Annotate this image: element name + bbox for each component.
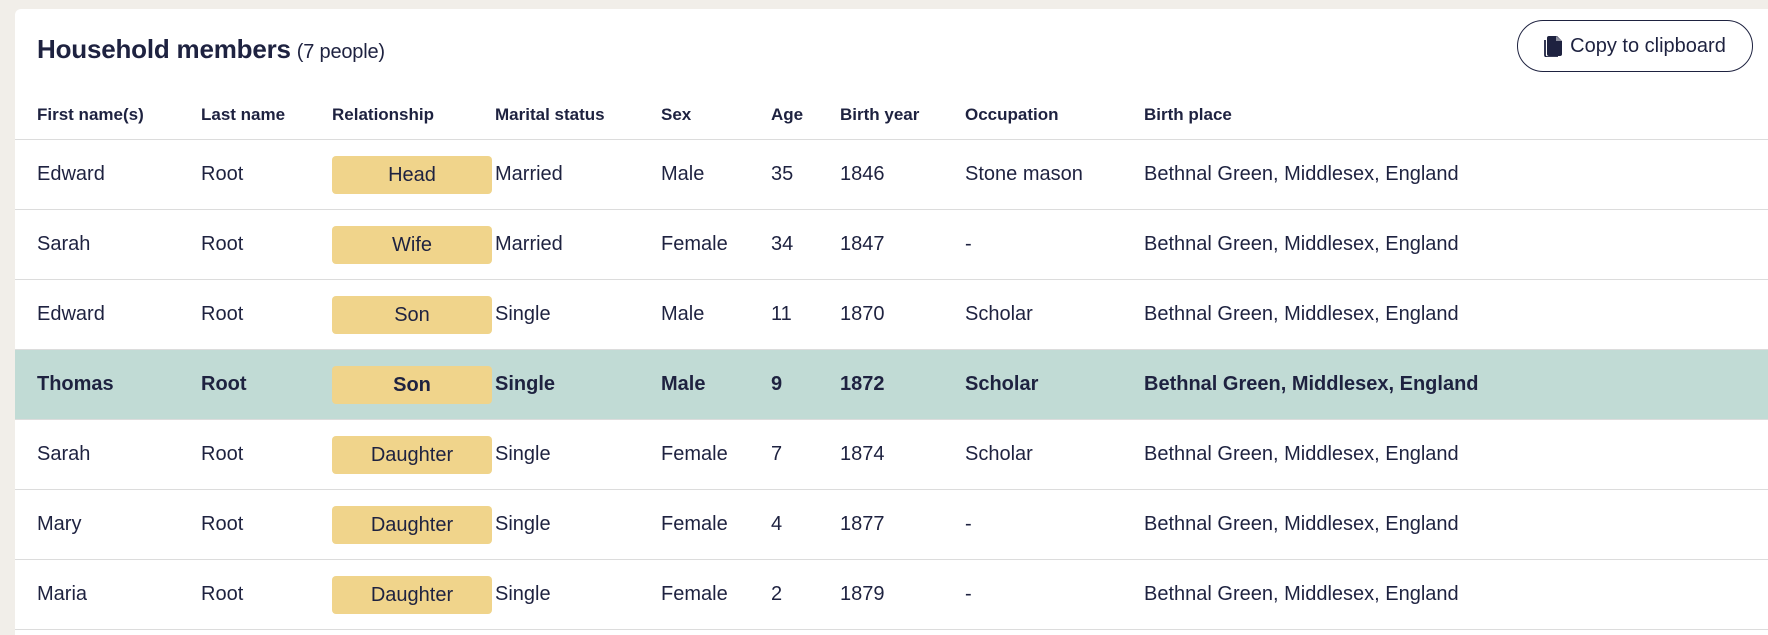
cell-relationship: Daughter bbox=[332, 489, 495, 560]
cell-age: 7 bbox=[771, 419, 840, 490]
column-header-sex: Sex bbox=[661, 91, 771, 140]
cell-age: 11 bbox=[771, 279, 840, 350]
cell-relationship: Son bbox=[332, 279, 495, 350]
cell-birth-year: 1846 bbox=[840, 139, 965, 210]
cell-last-name: Root bbox=[201, 349, 332, 420]
cell-occupation: - bbox=[965, 209, 1144, 280]
cell-first-name: Edward bbox=[15, 139, 201, 210]
cell-marital-status: Single bbox=[495, 279, 661, 350]
table-header-row: First name(s) Last name Relationship Mar… bbox=[15, 91, 1768, 140]
cell-occupation: Scholar bbox=[965, 419, 1144, 490]
cell-birth-year: 1879 bbox=[840, 559, 965, 630]
cell-sex: Male bbox=[661, 349, 771, 420]
page-title: Household members (7 people) bbox=[37, 34, 385, 65]
cell-first-name: Edward bbox=[15, 279, 201, 350]
cell-sex: Female bbox=[661, 209, 771, 280]
cell-last-name: Root bbox=[201, 209, 332, 280]
column-header-first-name: First name(s) bbox=[15, 91, 201, 140]
cell-birth-place: Bethnal Green, Middlesex, England bbox=[1144, 559, 1768, 630]
household-table: First name(s) Last name Relationship Mar… bbox=[15, 91, 1768, 630]
column-header-relationship: Relationship bbox=[332, 91, 495, 140]
copy-button-label: Copy to clipboard bbox=[1570, 34, 1726, 57]
relationship-badge: Head bbox=[332, 155, 492, 194]
table-row[interactable]: Sarah Root Daughter Single Female 7 1874… bbox=[15, 419, 1768, 490]
cell-last-name: Root bbox=[201, 139, 332, 210]
relationship-badge: Daughter bbox=[332, 575, 492, 614]
cell-occupation: Scholar bbox=[965, 349, 1144, 420]
cell-first-name: Thomas bbox=[15, 349, 201, 420]
cell-relationship: Head bbox=[332, 139, 495, 210]
cell-marital-status: Married bbox=[495, 209, 661, 280]
cell-sex: Female bbox=[661, 559, 771, 630]
column-header-occupation: Occupation bbox=[965, 91, 1144, 140]
table-row[interactable]: Edward Root Head Married Male 35 1846 St… bbox=[15, 139, 1768, 210]
cell-marital-status: Single bbox=[495, 559, 661, 630]
cell-relationship: Daughter bbox=[332, 559, 495, 630]
cell-birth-place: Bethnal Green, Middlesex, England bbox=[1144, 139, 1768, 210]
people-count: (7 people) bbox=[296, 41, 385, 63]
cell-first-name: Maria bbox=[15, 559, 201, 630]
cell-birth-place: Bethnal Green, Middlesex, England bbox=[1144, 279, 1768, 350]
cell-occupation: Stone mason bbox=[965, 139, 1144, 210]
cell-age: 35 bbox=[771, 139, 840, 210]
cell-first-name: Sarah bbox=[15, 209, 201, 280]
table-row[interactable]: Mary Root Daughter Single Female 4 1877 … bbox=[15, 489, 1768, 560]
table-row[interactable]: Edward Root Son Single Male 11 1870 Scho… bbox=[15, 279, 1768, 350]
cell-birth-place: Bethnal Green, Middlesex, England bbox=[1144, 489, 1768, 560]
table-row[interactable]: Sarah Root Wife Married Female 34 1847 -… bbox=[15, 209, 1768, 280]
relationship-badge: Son bbox=[332, 295, 492, 334]
cell-first-name: Sarah bbox=[15, 419, 201, 490]
cell-marital-status: Single bbox=[495, 489, 661, 560]
cell-age: 9 bbox=[771, 349, 840, 420]
cell-occupation: - bbox=[965, 559, 1144, 630]
cell-last-name: Root bbox=[201, 559, 332, 630]
cell-birth-year: 1870 bbox=[840, 279, 965, 350]
cell-birth-year: 1874 bbox=[840, 419, 965, 490]
cell-last-name: Root bbox=[201, 419, 332, 490]
copy-to-clipboard-button[interactable]: Copy to clipboard bbox=[1517, 20, 1753, 72]
relationship-badge: Daughter bbox=[332, 505, 492, 544]
cell-last-name: Root bbox=[201, 279, 332, 350]
relationship-badge: Wife bbox=[332, 225, 492, 264]
title-text: Household members bbox=[37, 34, 291, 64]
table-row[interactable]: Maria Root Daughter Single Female 2 1879… bbox=[15, 559, 1768, 630]
cell-birth-place: Bethnal Green, Middlesex, England bbox=[1144, 419, 1768, 490]
cell-birth-year: 1847 bbox=[840, 209, 965, 280]
relationship-badge: Daughter bbox=[332, 435, 492, 474]
cell-marital-status: Single bbox=[495, 349, 661, 420]
cell-occupation: - bbox=[965, 489, 1144, 560]
card-header: Household members (7 people) Copy to clip… bbox=[15, 9, 1768, 91]
household-card: Household members (7 people) Copy to clip… bbox=[15, 9, 1768, 635]
cell-birth-place: Bethnal Green, Middlesex, England bbox=[1144, 349, 1768, 420]
cell-sex: Male bbox=[661, 279, 771, 350]
cell-relationship: Son bbox=[332, 349, 495, 420]
cell-sex: Female bbox=[661, 489, 771, 560]
relationship-badge: Son bbox=[332, 365, 492, 404]
cell-age: 34 bbox=[771, 209, 840, 280]
cell-last-name: Root bbox=[201, 489, 332, 560]
column-header-marital-status: Marital status bbox=[495, 91, 661, 140]
column-header-birth-year: Birth year bbox=[840, 91, 965, 140]
cell-first-name: Mary bbox=[15, 489, 201, 560]
table-row[interactable]: Thomas Root Son Single Male 9 1872 Schol… bbox=[15, 349, 1768, 420]
cell-sex: Female bbox=[661, 419, 771, 490]
cell-birth-year: 1877 bbox=[840, 489, 965, 560]
cell-marital-status: Married bbox=[495, 139, 661, 210]
cell-relationship: Daughter bbox=[332, 419, 495, 490]
cell-occupation: Scholar bbox=[965, 279, 1144, 350]
cell-birth-place: Bethnal Green, Middlesex, England bbox=[1144, 209, 1768, 280]
cell-age: 2 bbox=[771, 559, 840, 630]
cell-marital-status: Single bbox=[495, 419, 661, 490]
clipboard-icon bbox=[1544, 36, 1563, 57]
column-header-birth-place: Birth place bbox=[1144, 91, 1768, 140]
cell-relationship: Wife bbox=[332, 209, 495, 280]
column-header-age: Age bbox=[771, 91, 840, 140]
cell-birth-year: 1872 bbox=[840, 349, 965, 420]
cell-age: 4 bbox=[771, 489, 840, 560]
cell-sex: Male bbox=[661, 139, 771, 210]
column-header-last-name: Last name bbox=[201, 91, 332, 140]
